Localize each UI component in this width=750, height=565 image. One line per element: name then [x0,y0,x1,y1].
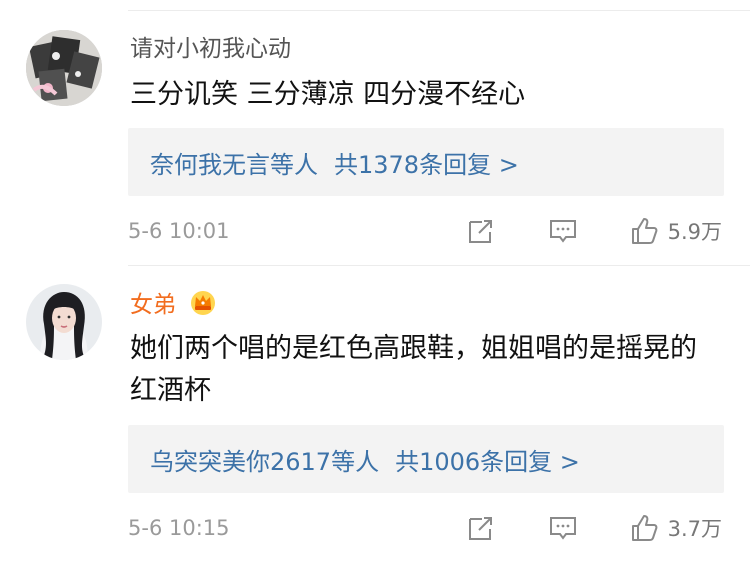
reply-names: 乌突突美你2617等人 [150,447,380,476]
avatar[interactable] [26,30,102,106]
comment-meta: 5-6 10:01 5.9万 [128,211,722,251]
like-icon[interactable] [630,513,660,543]
reply-preview[interactable]: 奈何我无言等人 共1378条回复 > [128,128,724,196]
comment-text: 她们两个唱的是红色高跟鞋，姐姐唱的是摇晃的红酒杯 [130,333,697,406]
reply-names: 奈何我无言等人 [150,150,318,179]
comment-username[interactable]: 请对小初我心动 [130,34,291,64]
reply-count: 共1006条回复 > [395,447,580,476]
comment-text: 三分讥笑 三分薄凉 四分漫不经心 [130,79,526,110]
comment-divider [128,265,750,266]
top-divider [128,10,750,11]
like-count: 5.9万 [667,220,722,244]
comment-actions: 5.9万 [466,216,722,246]
cards-photo-avatar-icon [26,30,102,106]
comment-meta: 5-6 10:15 3.7万 [128,508,722,548]
reply-preview[interactable]: 乌突突美你2617等人 共1006条回复 > [128,425,724,493]
like-icon[interactable] [630,216,660,246]
comment-time: 5-6 10:01 [128,219,230,243]
share-icon[interactable] [466,513,496,543]
comment-icon[interactable] [548,216,578,246]
crown-badge-icon [189,288,217,316]
woman-portrait-avatar-icon [26,284,102,360]
comment-username[interactable]: 女弟 [130,288,217,320]
comment-icon[interactable] [548,513,578,543]
avatar[interactable] [26,284,102,360]
like-count: 3.7万 [667,517,722,541]
comment-time: 5-6 10:15 [128,516,230,540]
reply-count: 共1378条回复 > [334,150,519,179]
comment-actions: 3.7万 [466,513,722,543]
share-icon[interactable] [466,216,496,246]
username-text: 女弟 [130,292,176,318]
